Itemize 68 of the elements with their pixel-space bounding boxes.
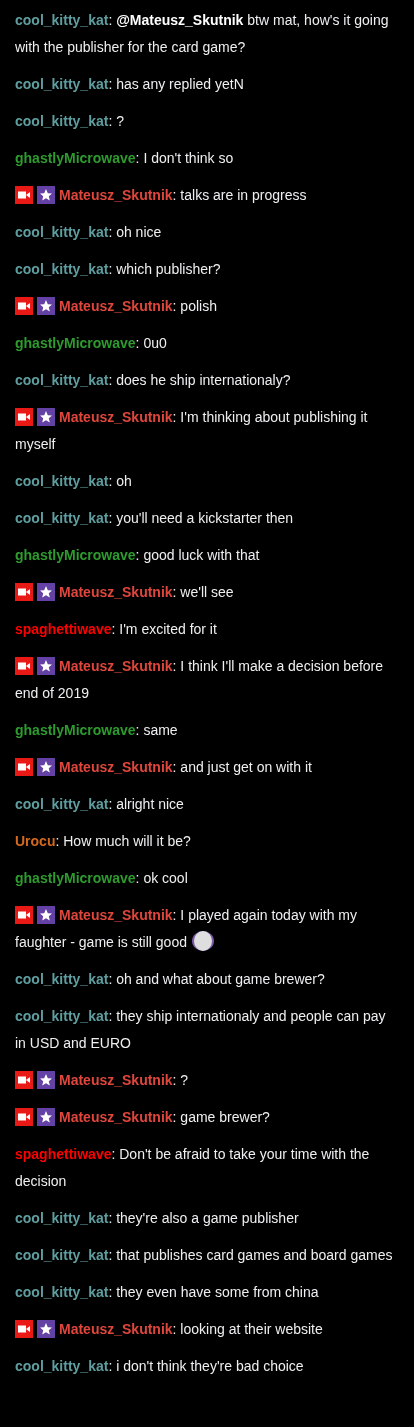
chat-message: cool_kitty_kat: that publishes card games and board games [15, 1246, 394, 1265]
username[interactable]: Mateusz_Skutnik [59, 1072, 173, 1088]
star-badge-icon [37, 1071, 55, 1089]
chat-message: spaghettiwave: Don't be afraid to take your time with the decision [15, 1145, 371, 1191]
chat-message: Mateusz_Skutnik: looking at their website [15, 1316, 399, 1343]
chat-message: cool_kitty_kat: alright nice [15, 795, 185, 814]
star-badge-icon [37, 1320, 55, 1338]
username[interactable]: Mateusz_Skutnik [59, 658, 173, 674]
username[interactable]: ghastlyMicrowave [15, 870, 136, 886]
camera-badge-icon [15, 906, 33, 924]
chat-message: Mateusz_Skutnik: I played again today with my faughter - game is still good [15, 902, 399, 956]
chat-message: Urocu: How much will it be? [15, 832, 192, 851]
camera-badge-icon [15, 1108, 33, 1126]
chat-message: cool_kitty_kat: ? [15, 112, 125, 131]
chat-message: cool_kitty_kat: oh [15, 472, 133, 491]
chat-message: ghastlyMicrowave: good luck with that [15, 546, 261, 565]
chat-message: cool_kitty_kat: i don't think they're bad choice [15, 1357, 305, 1376]
chat-message: cool_kitty_kat: they even have some from china [15, 1283, 320, 1302]
camera-badge-icon [15, 758, 33, 776]
chat-message: cool_kitty_kat: does he ship internationaly? [15, 371, 292, 390]
camera-badge-icon [15, 1071, 33, 1089]
username[interactable]: ghastlyMicrowave [15, 547, 136, 563]
star-badge-icon [37, 408, 55, 426]
star-badge-icon [37, 186, 55, 204]
chat-message: cool_kitty_kat: oh nice [15, 223, 163, 242]
chat-message: cool_kitty_kat: which publisher? [15, 260, 222, 279]
chat-message: cool_kitty_kat: oh and what about game brewer? [15, 970, 326, 989]
star-badge-icon [37, 906, 55, 924]
username[interactable]: ghastlyMicrowave [15, 722, 136, 738]
username[interactable]: Mateusz_Skutnik [59, 187, 173, 203]
camera-badge-icon [15, 408, 33, 426]
chat-message: ghastlyMicrowave: I don't think so [15, 149, 235, 168]
username[interactable]: Mateusz_Skutnik [59, 409, 173, 425]
username[interactable]: Mateusz_Skutnik [59, 1109, 173, 1125]
star-badge-icon [37, 758, 55, 776]
star-badge-icon [37, 583, 55, 601]
chat-message: Mateusz_Skutnik: game brewer? [15, 1104, 399, 1131]
chat-message: Mateusz_Skutnik: we'll see [15, 579, 399, 606]
chat-message: cool_kitty_kat: they're also a game publisher [15, 1209, 300, 1228]
username[interactable]: Mateusz_Skutnik [59, 298, 173, 314]
chat-message: ghastlyMicrowave: same [15, 721, 179, 740]
chat-message: Mateusz_Skutnik: talks are in progress [15, 182, 399, 209]
chat-message: ghastlyMicrowave: ok cool [15, 869, 189, 888]
camera-badge-icon [15, 1320, 33, 1338]
chat-message: spaghettiwave: I'm excited for it [15, 620, 218, 639]
chat-message: ghastlyMicrowave: 0u0 [15, 334, 168, 353]
username[interactable]: Mateusz_Skutnik [59, 1321, 173, 1337]
username[interactable]: ghastlyMicrowave [15, 150, 136, 166]
chat-message: cool_kitty_kat: you'll need a kickstarter then [15, 509, 295, 528]
camera-badge-icon [15, 186, 33, 204]
star-badge-icon [37, 297, 55, 315]
chat-message: Mateusz_Skutnik: and just get on with it [15, 754, 399, 781]
username[interactable]: Mateusz_Skutnik [59, 584, 173, 600]
chat-message: Mateusz_Skutnik: polish [15, 293, 399, 320]
chat-message: cool_kitty_kat: @Mateusz_Skutnik btw mat, how's it going with the publisher for the card game? [15, 11, 390, 57]
camera-badge-icon [15, 297, 33, 315]
chat-message: Mateusz_Skutnik: I'm thinking about publishing it myself [15, 407, 369, 454]
username[interactable]: Mateusz_Skutnik [59, 759, 173, 775]
chat-message: Mateusz_Skutnik: I think I'll make a decision before end of 2019 [15, 656, 385, 703]
camera-badge-icon [15, 583, 33, 601]
chat-message: Mateusz_Skutnik: ? [15, 1067, 399, 1094]
username[interactable]: Mateusz_Skutnik [59, 907, 173, 923]
star-badge-icon [37, 657, 55, 675]
camera-badge-icon [15, 657, 33, 675]
chat-message: cool_kitty_kat: has any replied yetN [15, 75, 245, 94]
star-badge-icon [37, 1108, 55, 1126]
chat-message: cool_kitty_kat: they ship internationaly and people can pay in USD and EURO [15, 1007, 387, 1053]
username[interactable]: ghastlyMicrowave [15, 335, 136, 351]
